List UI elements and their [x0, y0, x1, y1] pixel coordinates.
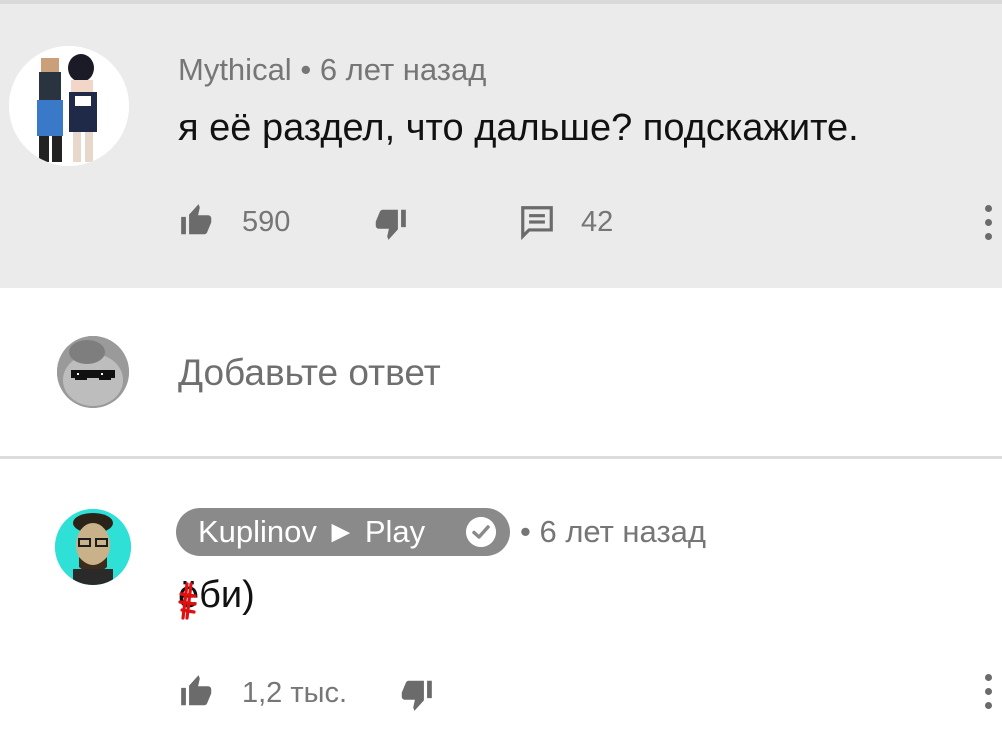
comment-icon[interactable]: [518, 203, 556, 241]
avatar-image: [55, 509, 131, 585]
comment-time: 6 лет назад: [319, 52, 487, 87]
reply-like-count: 1,2 тыс.: [242, 677, 348, 709]
avatar-image: [57, 336, 129, 408]
comment-actions: 590 42: [0, 199, 1002, 249]
add-reply-input[interactable]: Добавьте ответ: [178, 352, 441, 394]
author-avatar[interactable]: [9, 46, 129, 166]
channel-owner-badge[interactable]: Kuplinov ► Play: [176, 508, 510, 556]
reply-time: • 6 лет назад: [520, 514, 706, 549]
verified-check-icon: [466, 517, 496, 547]
like-count: 590: [242, 206, 291, 238]
comment-text: я её раздел, что дальше? подскажите.: [178, 107, 859, 149]
reply-actions: 1,2 тыс.: [0, 668, 1002, 718]
thumbs-down-icon[interactable]: [397, 676, 435, 714]
more-vertical-icon[interactable]: [983, 201, 993, 245]
meta-separator: •: [300, 52, 312, 87]
divider: [0, 456, 1002, 459]
current-user-avatar: [57, 336, 129, 408]
thumbs-up-icon[interactable]: [178, 201, 216, 239]
thumbs-down-icon[interactable]: [371, 205, 409, 243]
avatar-image: [9, 46, 129, 166]
thumbs-up-icon[interactable]: [178, 672, 216, 710]
red-scribble-mark: [178, 582, 197, 620]
reply-author-avatar[interactable]: [55, 509, 131, 585]
author-name[interactable]: Mythical: [178, 52, 292, 87]
comment-meta: Mythical • 6 лет назад: [178, 52, 486, 88]
highlighted-comment: Mythical • 6 лет назад я её раздел, что …: [0, 0, 1002, 288]
reply-author-name: Kuplinov ► Play: [198, 514, 426, 549]
more-vertical-icon[interactable]: [983, 670, 993, 714]
reply-count: 42: [581, 206, 614, 238]
